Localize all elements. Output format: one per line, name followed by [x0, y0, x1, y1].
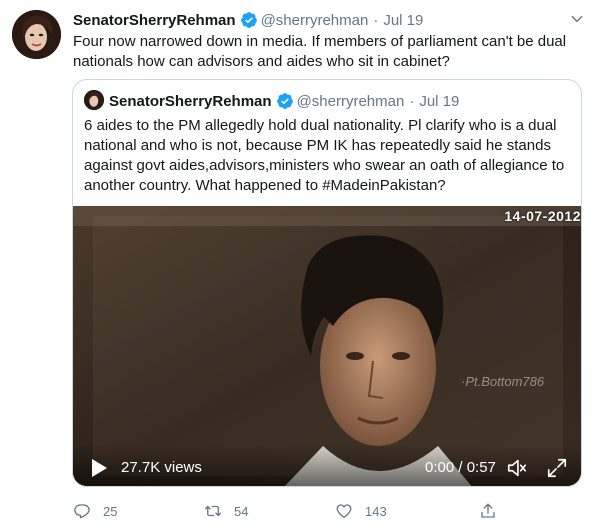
display-name[interactable]: SenatorSherryRehman [73, 12, 236, 29]
video-controls: 27.7K views 0:00 / 0:57 [73, 444, 581, 486]
like-icon [336, 504, 352, 519]
verified-badge-icon [276, 92, 294, 110]
separator-dot: · [409, 92, 415, 110]
volume-icon[interactable] [506, 457, 528, 479]
quoted-avatar [84, 90, 104, 110]
quoted-display-name: SenatorSherryRehman [109, 92, 272, 110]
video-date-stamp: 14-07-2012 [504, 208, 581, 224]
action-bar: 25 54 143 [73, 500, 503, 522]
tweet-header: SenatorSherryRehman @sherryrehman · Jul … [73, 10, 423, 30]
video-player[interactable]: 14-07-2012 ·Pt.Bottom786 27.7K views 0:0… [73, 206, 581, 486]
reply-button[interactable]: 25 [73, 500, 117, 522]
handle[interactable]: @sherryrehman [261, 12, 369, 29]
chevron-down-icon[interactable] [570, 12, 584, 26]
quoted-tweet-text: 6 aides to the PM allegedly hold dual na… [84, 117, 565, 194]
share-icon [481, 503, 495, 518]
separator-dot: · [373, 11, 379, 29]
view-count: 27.7K views [121, 459, 202, 476]
verified-badge-icon [240, 11, 258, 29]
reply-count: 25 [103, 503, 118, 519]
tweet[interactable]: SenatorSherryRehman @sherryrehman · Jul … [0, 0, 600, 531]
retweet-button[interactable]: 54 [204, 500, 248, 522]
quoted-tweet-header: SenatorSherryRehman @sherryrehman · Jul … [109, 91, 459, 111]
tweet-text: Four now narrowed down in media. If memb… [73, 33, 567, 70]
share-button[interactable] [479, 500, 509, 522]
video-watermark: ·Pt.Bottom786 [461, 374, 545, 389]
reply-icon [74, 504, 90, 519]
tweet-date[interactable]: Jul 19 [383, 12, 423, 29]
quoted-date: Jul 19 [419, 92, 460, 110]
retweet-icon [204, 505, 222, 517]
play-icon[interactable] [90, 458, 108, 478]
like-count: 143 [365, 503, 387, 519]
quoted-handle: @sherryrehman [296, 92, 405, 110]
quoted-tweet[interactable]: SenatorSherryRehman @sherryrehman · Jul … [72, 79, 582, 487]
video-time: 0:00 / 0:57 [425, 459, 496, 476]
like-button[interactable]: 143 [335, 500, 387, 522]
avatar[interactable] [12, 10, 61, 59]
fullscreen-icon[interactable] [546, 457, 568, 479]
retweet-count: 54 [234, 503, 249, 519]
